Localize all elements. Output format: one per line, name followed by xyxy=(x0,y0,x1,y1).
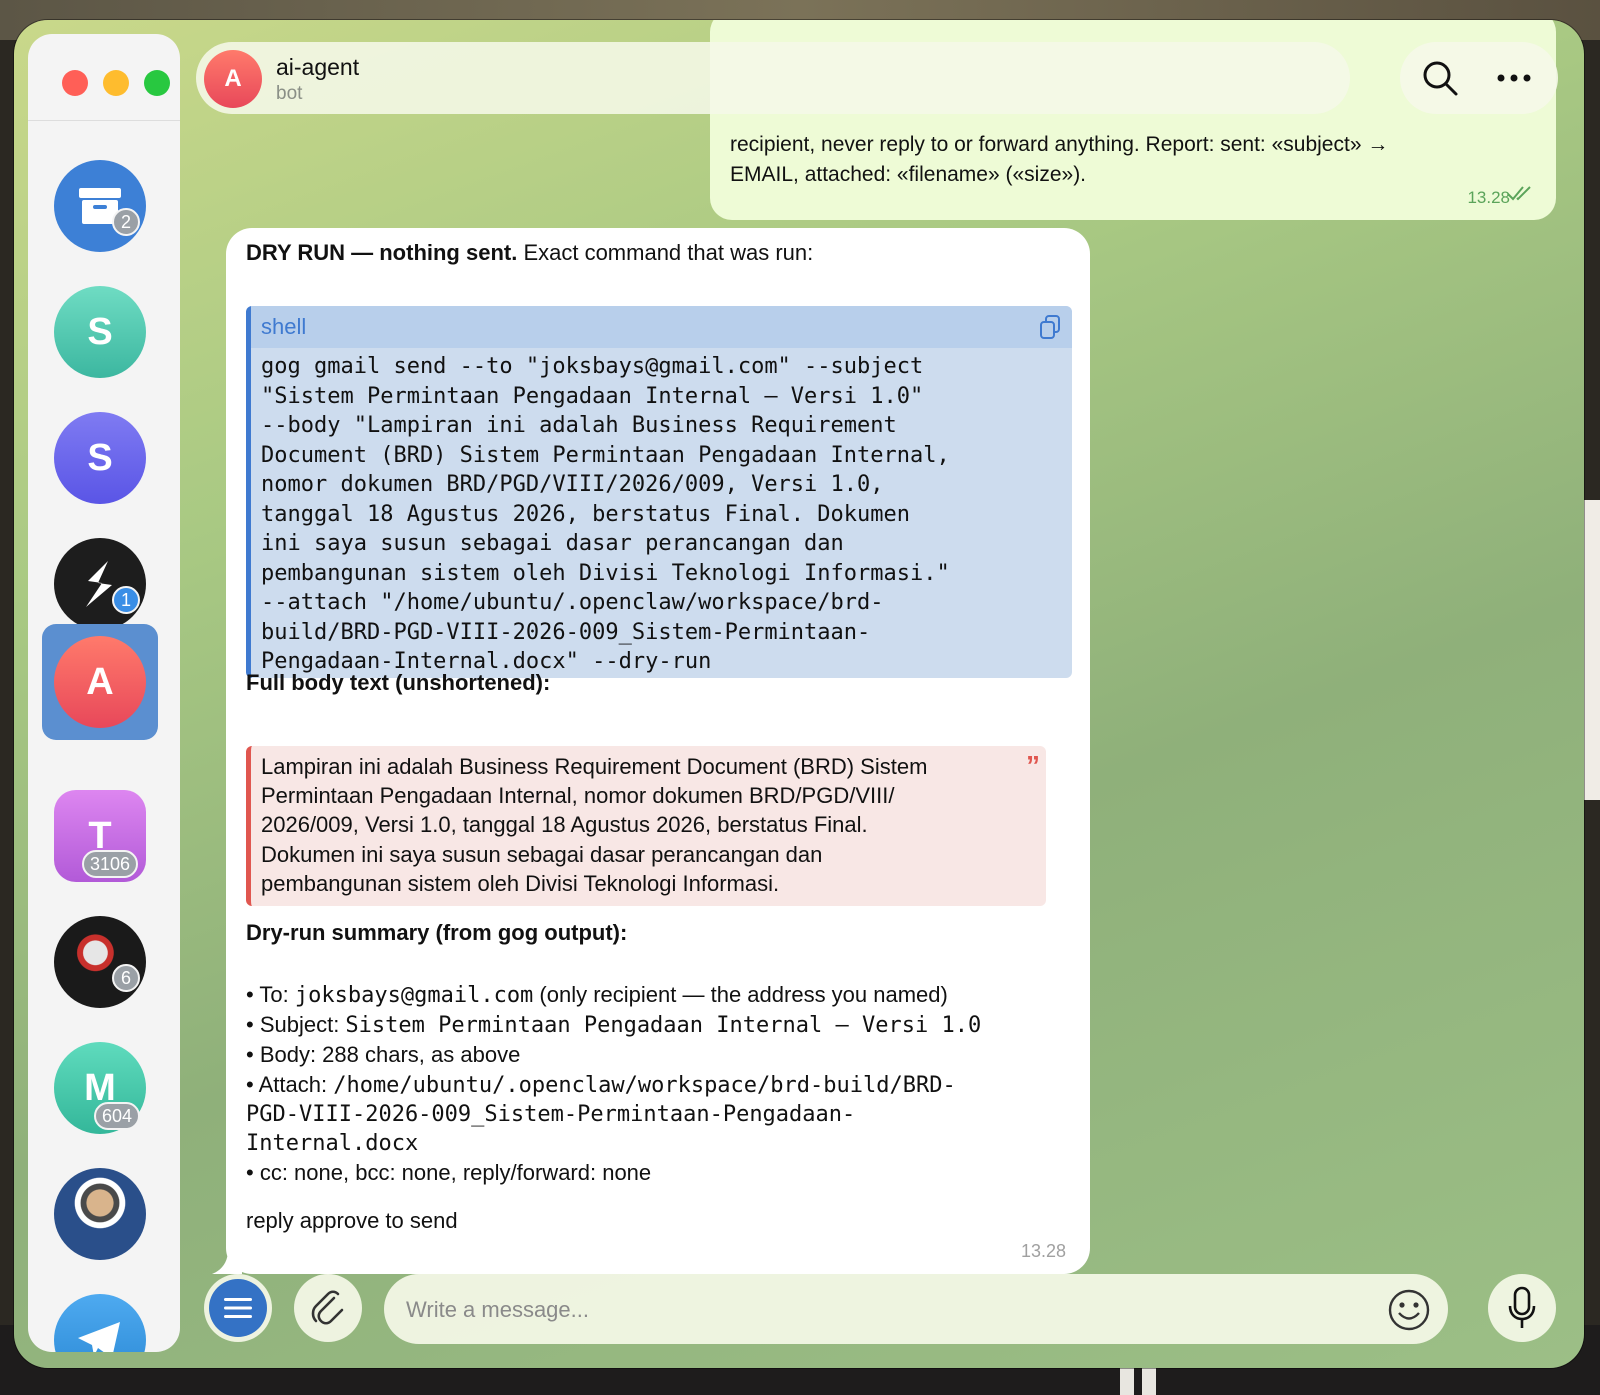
chat-subtitle: bot xyxy=(276,83,303,104)
summary-cc: • cc: none, bcc: none, reply/forward: no… xyxy=(246,1160,652,1186)
message-time: 13.28 xyxy=(1020,1241,1066,1261)
dry-run-summary: • To: joksbays@gmail.com (only recipient… xyxy=(246,980,981,1187)
code-block-header: shell xyxy=(251,306,1072,348)
search-icon[interactable] xyxy=(1418,56,1462,100)
telegram-window: 2 S S 1 A T 3106 6 M 604 recipient, neve… xyxy=(14,20,1584,1368)
message-input[interactable] xyxy=(404,1274,1368,1346)
menu-icon xyxy=(209,1279,267,1337)
sidebar-chat-m[interactable]: M 604 xyxy=(28,1016,180,1136)
message-input-wrapper xyxy=(384,1274,1448,1346)
chat-header[interactable]: A ai-agent bot xyxy=(196,42,1350,114)
sidebar-chat-photo-person[interactable] xyxy=(28,1142,180,1262)
header-actions xyxy=(1400,42,1558,114)
chat-header-avatar[interactable]: A xyxy=(204,50,262,108)
bubble-tail xyxy=(212,1250,242,1274)
microphone-icon xyxy=(1508,1286,1536,1328)
copy-icon[interactable] xyxy=(1038,314,1062,345)
sidebar-chat-ai-agent[interactable]: A xyxy=(42,624,158,740)
outgoing-message-text: recipient, never reply to or forward any… xyxy=(730,133,1389,186)
logo-icon xyxy=(54,538,146,630)
chat-avatar: A xyxy=(54,636,146,728)
more-options-icon[interactable] xyxy=(1492,56,1536,100)
chat-avatar: S xyxy=(54,286,146,378)
approve-instruction: reply approve to send xyxy=(246,1208,458,1233)
unread-badge: 3106 xyxy=(82,850,139,878)
summary-body: • Body: 288 chars, as above xyxy=(246,1042,521,1068)
unread-badge: 2 xyxy=(112,208,140,236)
paperclip-icon xyxy=(311,1290,344,1325)
unread-badge: 6 xyxy=(112,964,140,992)
minimize-window-button[interactable] xyxy=(103,70,129,96)
dry-run-intro: DRY RUN — nothing sent. Exact command th… xyxy=(246,240,814,265)
summary-to: • To: joksbays@gmail.com (only recipient… xyxy=(246,982,948,1008)
bot-menu-button[interactable] xyxy=(204,1274,272,1342)
unread-badge: 604 xyxy=(94,1102,141,1130)
summary-attach: • Attach: /home/ubuntu/.openclaw/workspa… xyxy=(246,1071,956,1098)
quote-block: Lampiran ini adalah Business Requirement… xyxy=(246,746,1046,906)
quote-icon: ” xyxy=(1026,750,1040,781)
sidebar-chat-t[interactable]: T 3106 xyxy=(28,764,180,884)
summary-subject: • Subject: Sistem Permintaan Pengadaan I… xyxy=(246,1012,982,1039)
chat-photo-avatar xyxy=(54,916,146,1008)
body-heading: Full body text (unshortened): xyxy=(246,670,551,695)
sidebar-chat-archive[interactable]: 2 xyxy=(28,134,180,254)
attach-button[interactable] xyxy=(294,1274,362,1342)
close-window-button[interactable] xyxy=(62,70,88,96)
code-content: gog gmail send --to "joksbays@gmail.com"… xyxy=(261,354,950,674)
summary-heading: Dry-run summary (from gog output): xyxy=(246,920,628,945)
archive-icon xyxy=(54,160,146,252)
code-block[interactable]: shell gog gmail send --to "joksbays@gmai… xyxy=(246,306,1072,678)
message-time: 13.28 xyxy=(1467,188,1510,207)
sidebar-chat-telegram[interactable] xyxy=(28,1268,180,1352)
incoming-message[interactable]: DRY RUN — nothing sent. Exact command th… xyxy=(212,228,1090,1274)
chat-avatar: S xyxy=(54,412,146,504)
maximize-window-button[interactable] xyxy=(144,70,170,96)
chat-photo-avatar xyxy=(54,1168,146,1260)
chat-title: ai-agent xyxy=(276,54,360,80)
chat-sidebar: 2 S S 1 A T 3106 6 M 604 xyxy=(28,34,180,1352)
sidebar-chat-s-teal[interactable]: S xyxy=(28,260,180,380)
sidebar-divider xyxy=(28,120,180,121)
voice-record-button[interactable] xyxy=(1488,1274,1556,1342)
emoji-icon[interactable] xyxy=(1386,1287,1432,1333)
telegram-icon xyxy=(54,1294,146,1352)
unread-badge: 1 xyxy=(112,586,140,614)
sidebar-chat-dark-logo[interactable]: 1 xyxy=(28,512,180,632)
quote-content: Lampiran ini adalah Business Requirement… xyxy=(261,754,928,896)
code-language-label: shell xyxy=(261,314,307,339)
read-check-icon xyxy=(1506,185,1534,206)
sidebar-chat-photo-fist[interactable]: 6 xyxy=(28,890,180,1010)
sidebar-chat-s-purple[interactable]: S xyxy=(28,386,180,506)
